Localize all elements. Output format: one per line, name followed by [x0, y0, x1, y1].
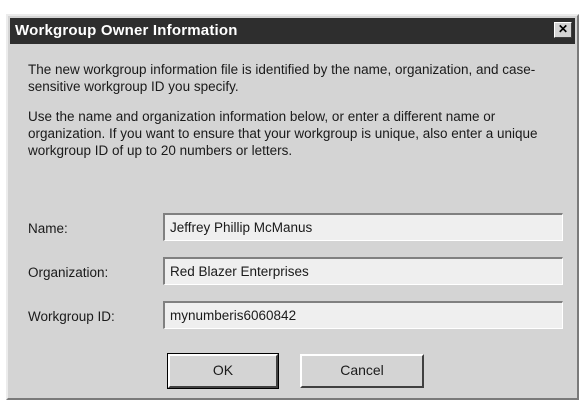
- name-field[interactable]: [163, 213, 563, 241]
- organization-label: Organization:: [28, 265, 109, 280]
- cancel-button[interactable]: Cancel: [300, 354, 424, 388]
- close-icon[interactable]: ✕: [554, 22, 572, 38]
- organization-field[interactable]: [163, 257, 563, 285]
- description-text: The new workgroup information file is id…: [28, 62, 536, 94]
- workgroup-id-field[interactable]: [163, 301, 563, 329]
- instruction-text: Use the name and organization informatio…: [28, 109, 538, 158]
- workgroup-owner-dialog: Workgroup Owner Information ✕ The new wo…: [6, 14, 579, 400]
- workgroup-id-label: Workgroup ID:: [28, 309, 115, 324]
- name-label: Name:: [28, 221, 68, 236]
- title-bar[interactable]: Workgroup Owner Information ✕: [10, 18, 575, 44]
- ok-button[interactable]: OK: [167, 353, 279, 389]
- dialog-title: Workgroup Owner Information: [15, 22, 238, 39]
